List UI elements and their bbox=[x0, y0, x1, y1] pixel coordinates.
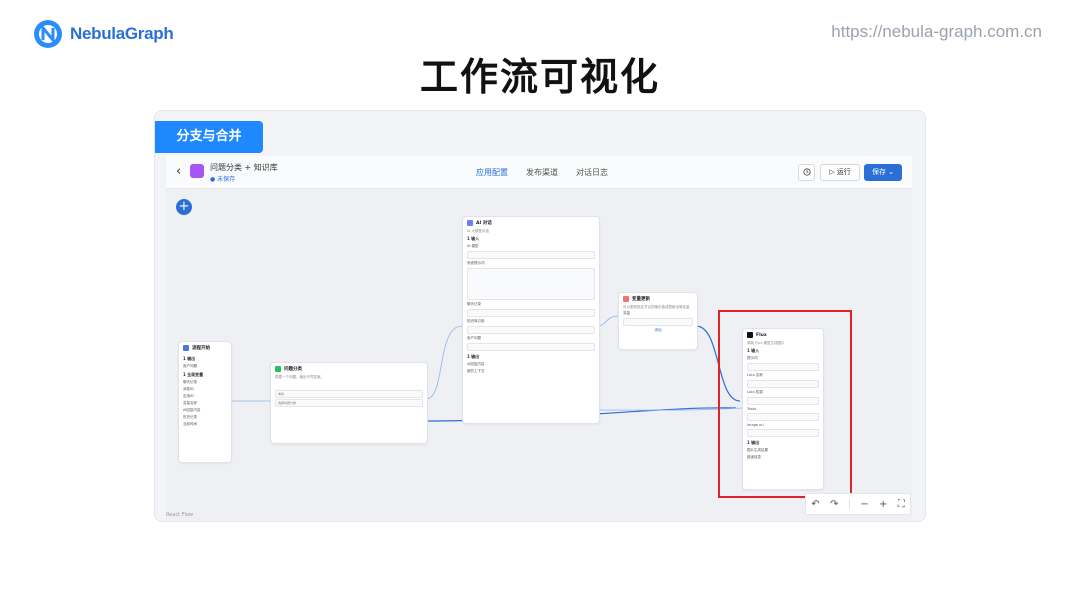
start-icon bbox=[183, 345, 189, 351]
redo-icon[interactable]: ↷ bbox=[830, 499, 838, 510]
node-start[interactable]: 流程开始 1 输出 用户问题 1 全局变量 聊天记录 消息ID 应用ID 变量名… bbox=[178, 341, 232, 463]
classifier-icon bbox=[275, 366, 281, 372]
system-prompt-field[interactable] bbox=[467, 268, 595, 300]
node-variable-update[interactable]: 变量更新 可以更新指定节点的输出值或更新全局变量 变量 添加 bbox=[618, 292, 698, 350]
canvas-controls: ↶ ↷ − + ⛶ bbox=[805, 493, 911, 515]
node-classifier[interactable]: 问题分类 根据一个问题，输出不同答案。 本科 选择问题分类 bbox=[270, 362, 428, 444]
controls-divider bbox=[848, 499, 850, 509]
variable-field[interactable] bbox=[623, 318, 693, 326]
zoom-out-icon[interactable]: − bbox=[860, 499, 868, 510]
section-tag: 分支与合并 bbox=[155, 121, 263, 153]
ai-model-select[interactable] bbox=[467, 251, 595, 259]
brand-name: NebulaGraph bbox=[70, 24, 174, 43]
site-url: https://nebula-graph.com.cn bbox=[831, 22, 1042, 41]
highlight-box bbox=[718, 310, 852, 498]
history-field[interactable] bbox=[467, 309, 595, 317]
ai-icon bbox=[467, 220, 473, 226]
react-flow-watermark: React Flow bbox=[166, 512, 194, 518]
update-icon bbox=[623, 296, 629, 302]
class-select[interactable]: 选择问题分类 bbox=[275, 399, 423, 407]
quote-field[interactable] bbox=[467, 326, 595, 334]
zoom-in-icon[interactable]: + bbox=[879, 499, 887, 510]
fit-view-icon[interactable]: ⛶ bbox=[898, 499, 905, 510]
question-field[interactable] bbox=[467, 343, 595, 351]
class-input[interactable]: 本科 bbox=[275, 390, 423, 398]
node-ai-chat[interactable]: AI 对话 AI 大模型对话 1 输入 AI 模型 系统提示词 聊天记录 知识库… bbox=[462, 216, 600, 424]
undo-icon[interactable]: ↶ bbox=[811, 499, 819, 510]
slide-title: 工作流可视化 bbox=[419, 55, 660, 99]
